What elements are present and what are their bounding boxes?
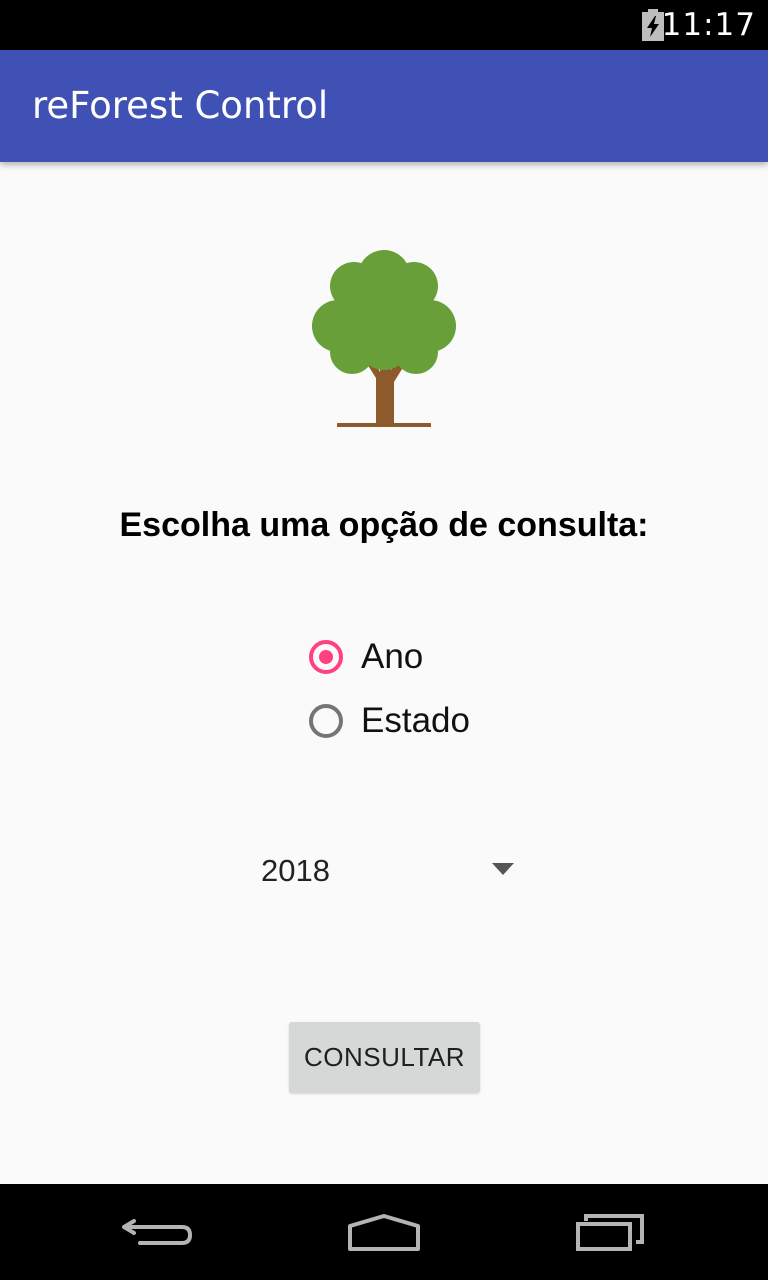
query-radio-group: Ano Estado bbox=[305, 632, 565, 760]
app-bar: reForest Control bbox=[0, 50, 768, 162]
radio-label-estado: Estado bbox=[361, 701, 470, 740]
app-title: reForest Control bbox=[32, 84, 329, 127]
back-icon bbox=[122, 1219, 192, 1245]
recents-button[interactable] bbox=[560, 1202, 656, 1262]
radio-checked-icon[interactable] bbox=[309, 640, 343, 674]
spinner-selected-value: 2018 bbox=[261, 853, 330, 888]
dropdown-arrow-icon bbox=[492, 863, 514, 875]
radio-dot bbox=[319, 650, 333, 664]
radio-option-ano[interactable]: Ano bbox=[305, 632, 565, 696]
status-bar: 11:17 bbox=[0, 0, 768, 50]
recents-icon bbox=[576, 1214, 644, 1251]
radio-label-ano: Ano bbox=[361, 637, 424, 676]
home-button[interactable] bbox=[336, 1202, 432, 1262]
radio-option-estado[interactable]: Estado bbox=[305, 696, 565, 760]
main-content: Escolha uma opção de consulta: Ano Estad… bbox=[0, 162, 768, 1184]
back-button[interactable] bbox=[112, 1202, 208, 1262]
radio-unchecked-icon[interactable] bbox=[309, 704, 343, 738]
status-clock: 11:17 bbox=[661, 7, 756, 43]
navigation-bar bbox=[0, 1184, 768, 1280]
home-icon bbox=[348, 1214, 420, 1251]
query-prompt: Escolha uma opção de consulta: bbox=[119, 506, 649, 544]
consult-button[interactable]: CONSULTAR bbox=[289, 1022, 480, 1093]
year-spinner[interactable]: 2018 bbox=[246, 838, 526, 902]
tree-icon bbox=[312, 250, 456, 427]
